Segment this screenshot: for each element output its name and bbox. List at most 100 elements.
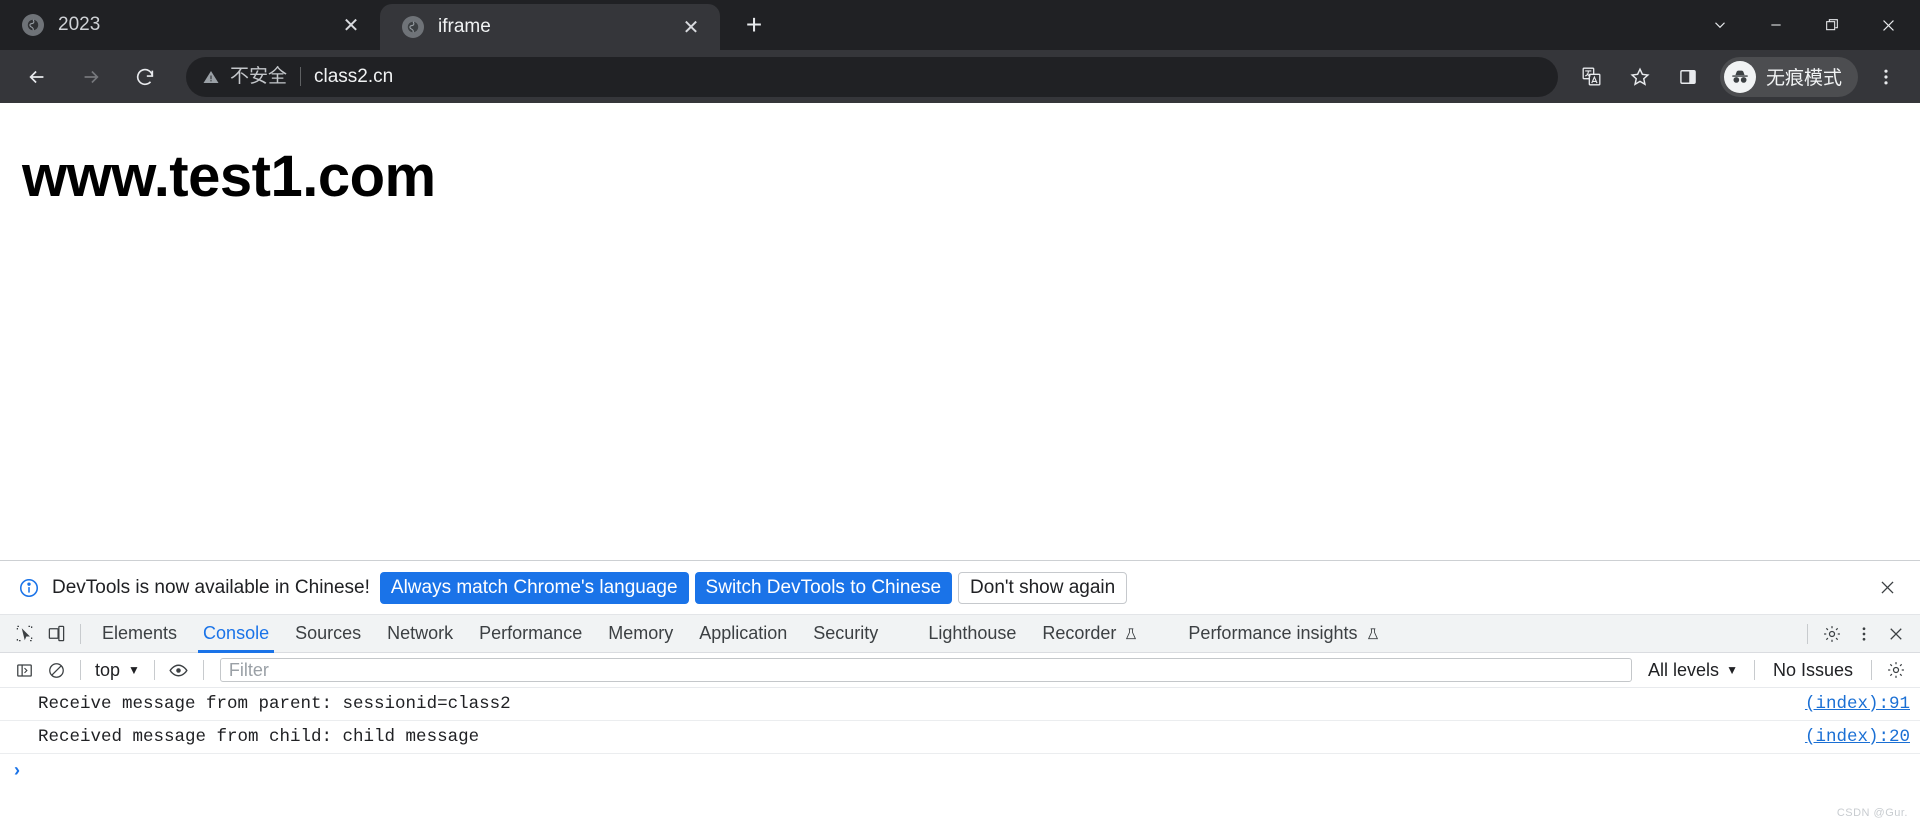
tab-label: Lighthouse [928, 623, 1017, 643]
devtools-language-banner: DevTools is now available in Chinese! Al… [0, 561, 1920, 615]
devtools-tab-lighthouse[interactable]: Lighthouse [915, 615, 1029, 653]
context-label: top [95, 659, 121, 680]
chevron-down-icon: ▼ [1726, 663, 1738, 677]
always-match-language-button[interactable]: Always match Chrome's language [379, 571, 689, 604]
devtools-tab-application[interactable]: Application [686, 615, 800, 653]
devtools-tab-performance-insights[interactable]: Performance insights [1175, 615, 1392, 653]
banner-close-icon[interactable] [1872, 573, 1902, 603]
tab-label: Memory [608, 623, 674, 643]
browser-toolbar: 不安全 class2.cn 无痕模式 [0, 50, 1920, 103]
security-status-text: 不安全 [230, 67, 302, 86]
new-tab-button[interactable]: + [734, 5, 774, 45]
incognito-icon [1723, 60, 1756, 93]
divider [1753, 660, 1755, 680]
experimental-flask-icon [1366, 626, 1380, 642]
address-bar[interactable]: 不安全 class2.cn [186, 56, 1558, 97]
inspect-element-icon[interactable] [8, 619, 40, 649]
close-icon[interactable] [1860, 0, 1916, 50]
console-input-prompt[interactable]: › [0, 754, 1920, 786]
tab-title: iframe [438, 16, 491, 37]
tab-title: 2023 [58, 14, 101, 35]
console-source-link[interactable]: (index):20 [1791, 727, 1910, 747]
divider [1871, 660, 1872, 680]
tab-strip: 2023 ✕ iframe ✕ + [0, 0, 1920, 50]
console-message-row[interactable]: Receive message from parent: sessionid=c… [0, 688, 1920, 721]
browser-tab-2023[interactable]: 2023 ✕ [0, 0, 380, 50]
url-text: class2.cn [314, 65, 394, 87]
star-icon[interactable] [1619, 56, 1661, 98]
device-toolbar-icon[interactable] [40, 619, 72, 649]
tab-close-icon[interactable]: ✕ [676, 12, 706, 42]
eye-icon[interactable] [163, 655, 195, 685]
sidebar-toggle-icon[interactable] [8, 655, 40, 685]
maximize-icon[interactable] [1804, 0, 1860, 50]
prompt-caret-icon: › [14, 759, 20, 780]
tab-search-icon[interactable] [1692, 0, 1748, 50]
browser-window: 2023 ✕ iframe ✕ + 不安全 class2.cn 无痕模式 www… [0, 0, 1920, 823]
console-log-levels-selector[interactable]: All levels ▼ [1640, 660, 1746, 681]
tab-label: Sources [295, 623, 362, 643]
console-context-selector[interactable]: top ▼ [89, 657, 146, 683]
tab-close-icon[interactable]: ✕ [336, 10, 366, 40]
devtools-tab-elements[interactable]: Elements [89, 615, 190, 653]
dont-show-again-button[interactable]: Don't show again [958, 571, 1128, 604]
devtools-tab-sources[interactable]: Sources [282, 615, 374, 653]
console-output: Receive message from parent: sessionid=c… [0, 688, 1920, 823]
tab-label: Network [387, 623, 454, 643]
settings-gear-icon[interactable] [1816, 619, 1848, 649]
devtools-tabbar-actions [1799, 619, 1920, 649]
globe-icon [402, 16, 424, 38]
divider [202, 660, 204, 680]
console-filter-input[interactable] [219, 658, 1633, 682]
console-toolbar: top ▼ All levels ▼ No Issues [0, 653, 1920, 688]
incognito-label: 无痕模式 [1765, 68, 1842, 89]
switch-devtools-language-button[interactable]: Switch DevTools to Chinese [694, 571, 953, 604]
devtools-tab-recorder[interactable]: Recorder [1029, 615, 1151, 653]
devtools-tab-bar: Elements Console Sources Network Perform… [0, 615, 1920, 653]
devtools-panel: DevTools is now available in Chinese! Al… [0, 560, 1920, 823]
tab-label: Application [699, 623, 788, 643]
forward-arrow-icon[interactable] [70, 56, 112, 98]
devtools-tab-performance[interactable]: Performance [466, 615, 595, 653]
divider [80, 660, 81, 680]
window-controls [1692, 0, 1920, 50]
side-panel-icon[interactable] [1667, 56, 1709, 98]
divider [80, 623, 81, 644]
levels-label: All levels [1648, 659, 1720, 680]
console-settings-gear-icon[interactable] [1880, 655, 1912, 685]
devtools-tab-console[interactable]: Console [190, 615, 282, 653]
three-dot-menu-icon[interactable] [1865, 56, 1907, 98]
minimize-icon[interactable] [1748, 0, 1804, 50]
watermark: CSDN @Gur. [1836, 807, 1908, 819]
banner-message: DevTools is now available in Chinese! [52, 576, 370, 598]
tab-label: Performance [479, 623, 583, 643]
page-title: www.test1.com [22, 144, 436, 209]
incognito-mode-chip[interactable]: 无痕模式 [1719, 56, 1858, 97]
back-arrow-icon[interactable] [16, 56, 58, 98]
devtools-tab-security[interactable]: Security [800, 615, 891, 653]
not-secure-warning-icon [202, 68, 220, 86]
translate-icon[interactable] [1571, 56, 1613, 98]
clear-console-icon[interactable] [40, 655, 72, 685]
page-viewport: www.test1.com [0, 103, 1920, 560]
tab-label: Performance insights [1188, 623, 1358, 643]
divider [1807, 623, 1808, 644]
issues-status[interactable]: No Issues [1763, 660, 1863, 681]
divider [153, 660, 155, 680]
tab-label: Recorder [1042, 623, 1117, 643]
chevron-down-icon: ▼ [128, 663, 140, 677]
info-icon [18, 577, 40, 599]
devtools-tab-memory[interactable]: Memory [595, 615, 686, 653]
browser-tab-iframe[interactable]: iframe ✕ [380, 4, 720, 50]
devtools-close-icon[interactable] [1880, 619, 1912, 649]
console-message-text: Received message from child: child messa… [38, 727, 480, 747]
experimental-flask-icon [1124, 626, 1138, 642]
tab-label: Security [813, 623, 879, 643]
tab-label: Console [203, 623, 270, 643]
globe-icon [22, 14, 44, 36]
devtools-tab-network[interactable]: Network [374, 615, 466, 653]
console-message-row[interactable]: Received message from child: child messa… [0, 721, 1920, 754]
reload-icon[interactable] [124, 56, 166, 98]
devtools-more-menu-icon[interactable] [1848, 619, 1880, 649]
console-source-link[interactable]: (index):91 [1791, 694, 1910, 714]
